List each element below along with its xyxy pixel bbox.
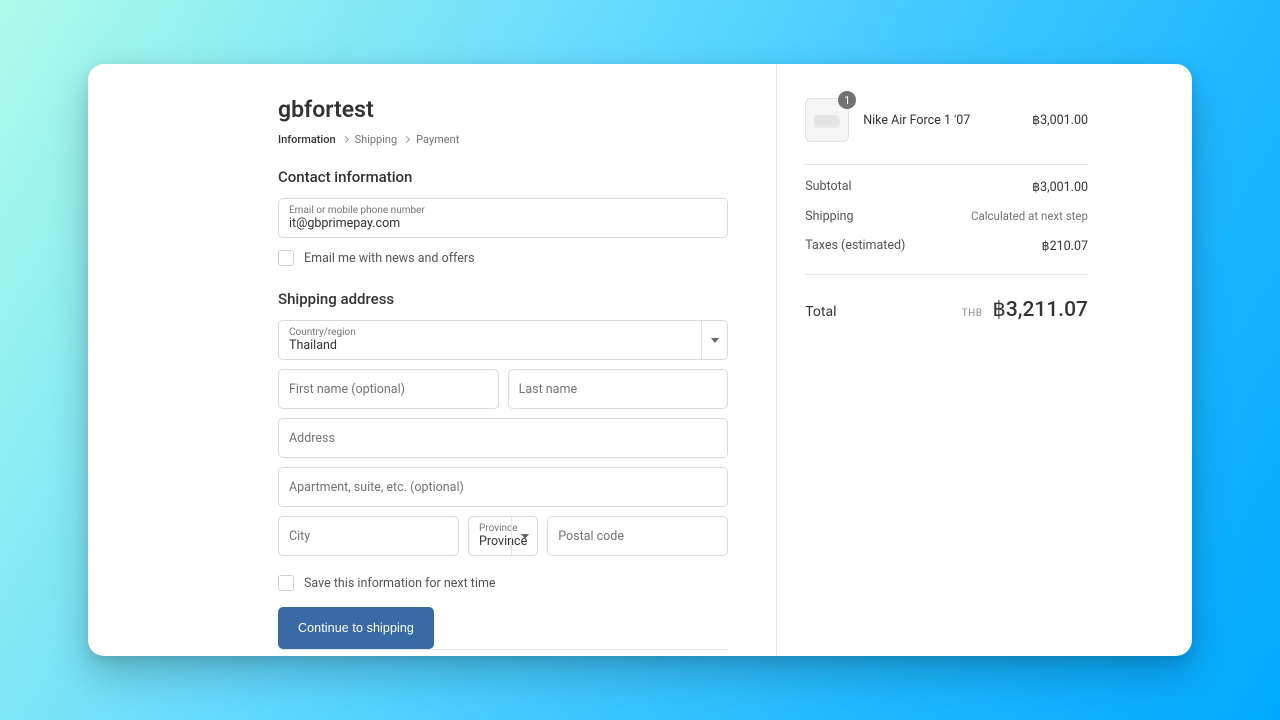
chevron-down-icon — [701, 321, 727, 359]
shipping-label: Shipping — [805, 209, 853, 224]
qty-badge: 1 — [838, 91, 856, 109]
contact-heading: Contact information — [278, 168, 728, 186]
breadcrumb: Information Shipping Payment — [278, 133, 728, 146]
cart-item: 1 Nike Air Force 1 '07 ฿3,001.00 — [805, 98, 1088, 164]
city-field[interactable] — [278, 516, 459, 556]
news-offers-label: Email me with news and offers — [304, 251, 475, 266]
country-value: Thailand — [289, 338, 717, 353]
email-label: Email or mobile phone number — [289, 205, 717, 216]
total-row: Total THB ฿3,211.07 — [805, 297, 1088, 322]
first-name-field[interactable] — [278, 369, 499, 409]
email-field[interactable]: Email or mobile phone number — [278, 198, 728, 238]
divider — [805, 274, 1088, 275]
shipping-value: Calculated at next step — [971, 209, 1088, 224]
divider — [805, 164, 1088, 165]
country-select[interactable]: Country/region Thailand — [278, 320, 728, 360]
footer: All rights reserved gbfortest — [278, 649, 728, 656]
address2-input[interactable] — [289, 480, 717, 495]
product-thumbnail: 1 — [805, 98, 849, 142]
address-input[interactable] — [289, 431, 717, 446]
total-amount: ฿3,211.07 — [992, 297, 1088, 322]
breadcrumb-shipping[interactable]: Shipping — [355, 133, 398, 146]
country-label: Country/region — [289, 327, 717, 338]
postal-field[interactable] — [547, 516, 728, 556]
product-name: Nike Air Force 1 '07 — [863, 113, 1018, 128]
address2-field[interactable] — [278, 467, 728, 507]
summary-pane: 1 Nike Air Force 1 '07 ฿3,001.00 Subtota… — [776, 64, 1192, 656]
postal-input[interactable] — [558, 529, 717, 544]
shipping-row: Shipping Calculated at next step — [805, 209, 1088, 224]
shipping-heading: Shipping address — [278, 290, 728, 308]
taxes-value: ฿210.07 — [1042, 238, 1088, 254]
checkout-card: gbfortest Information Shipping Payment C… — [88, 64, 1192, 656]
store-name: gbfortest — [278, 96, 728, 123]
taxes-row: Taxes (estimated) ฿210.07 — [805, 238, 1088, 254]
form-pane: gbfortest Information Shipping Payment C… — [88, 64, 776, 656]
product-price: ฿3,001.00 — [1032, 112, 1088, 128]
subtotal-label: Subtotal — [805, 179, 851, 195]
breadcrumb-information[interactable]: Information — [278, 133, 336, 146]
chevron-right-icon — [342, 136, 349, 143]
breadcrumb-payment[interactable]: Payment — [416, 133, 459, 146]
address-field[interactable] — [278, 418, 728, 458]
subtotal-row: Subtotal ฿3,001.00 — [805, 179, 1088, 195]
continue-button[interactable]: Continue to shipping — [278, 607, 434, 649]
news-offers-checkbox[interactable] — [278, 250, 294, 266]
total-label: Total — [805, 304, 836, 320]
save-info-checkbox[interactable] — [278, 575, 294, 591]
first-name-input[interactable] — [289, 382, 488, 397]
last-name-input[interactable] — [519, 382, 718, 397]
province-select[interactable]: Province Province — [468, 516, 538, 556]
last-name-field[interactable] — [508, 369, 729, 409]
save-info-label: Save this information for next time — [304, 576, 496, 591]
email-input[interactable] — [289, 216, 717, 231]
subtotal-value: ฿3,001.00 — [1032, 179, 1088, 195]
news-offers-row[interactable]: Email me with news and offers — [278, 250, 728, 266]
city-input[interactable] — [289, 529, 448, 544]
shoe-icon — [814, 115, 840, 125]
taxes-label: Taxes (estimated) — [805, 238, 905, 254]
chevron-down-icon — [511, 517, 537, 555]
currency-code: THB — [962, 308, 983, 319]
save-info-row[interactable]: Save this information for next time — [278, 575, 728, 591]
chevron-right-icon — [403, 136, 410, 143]
